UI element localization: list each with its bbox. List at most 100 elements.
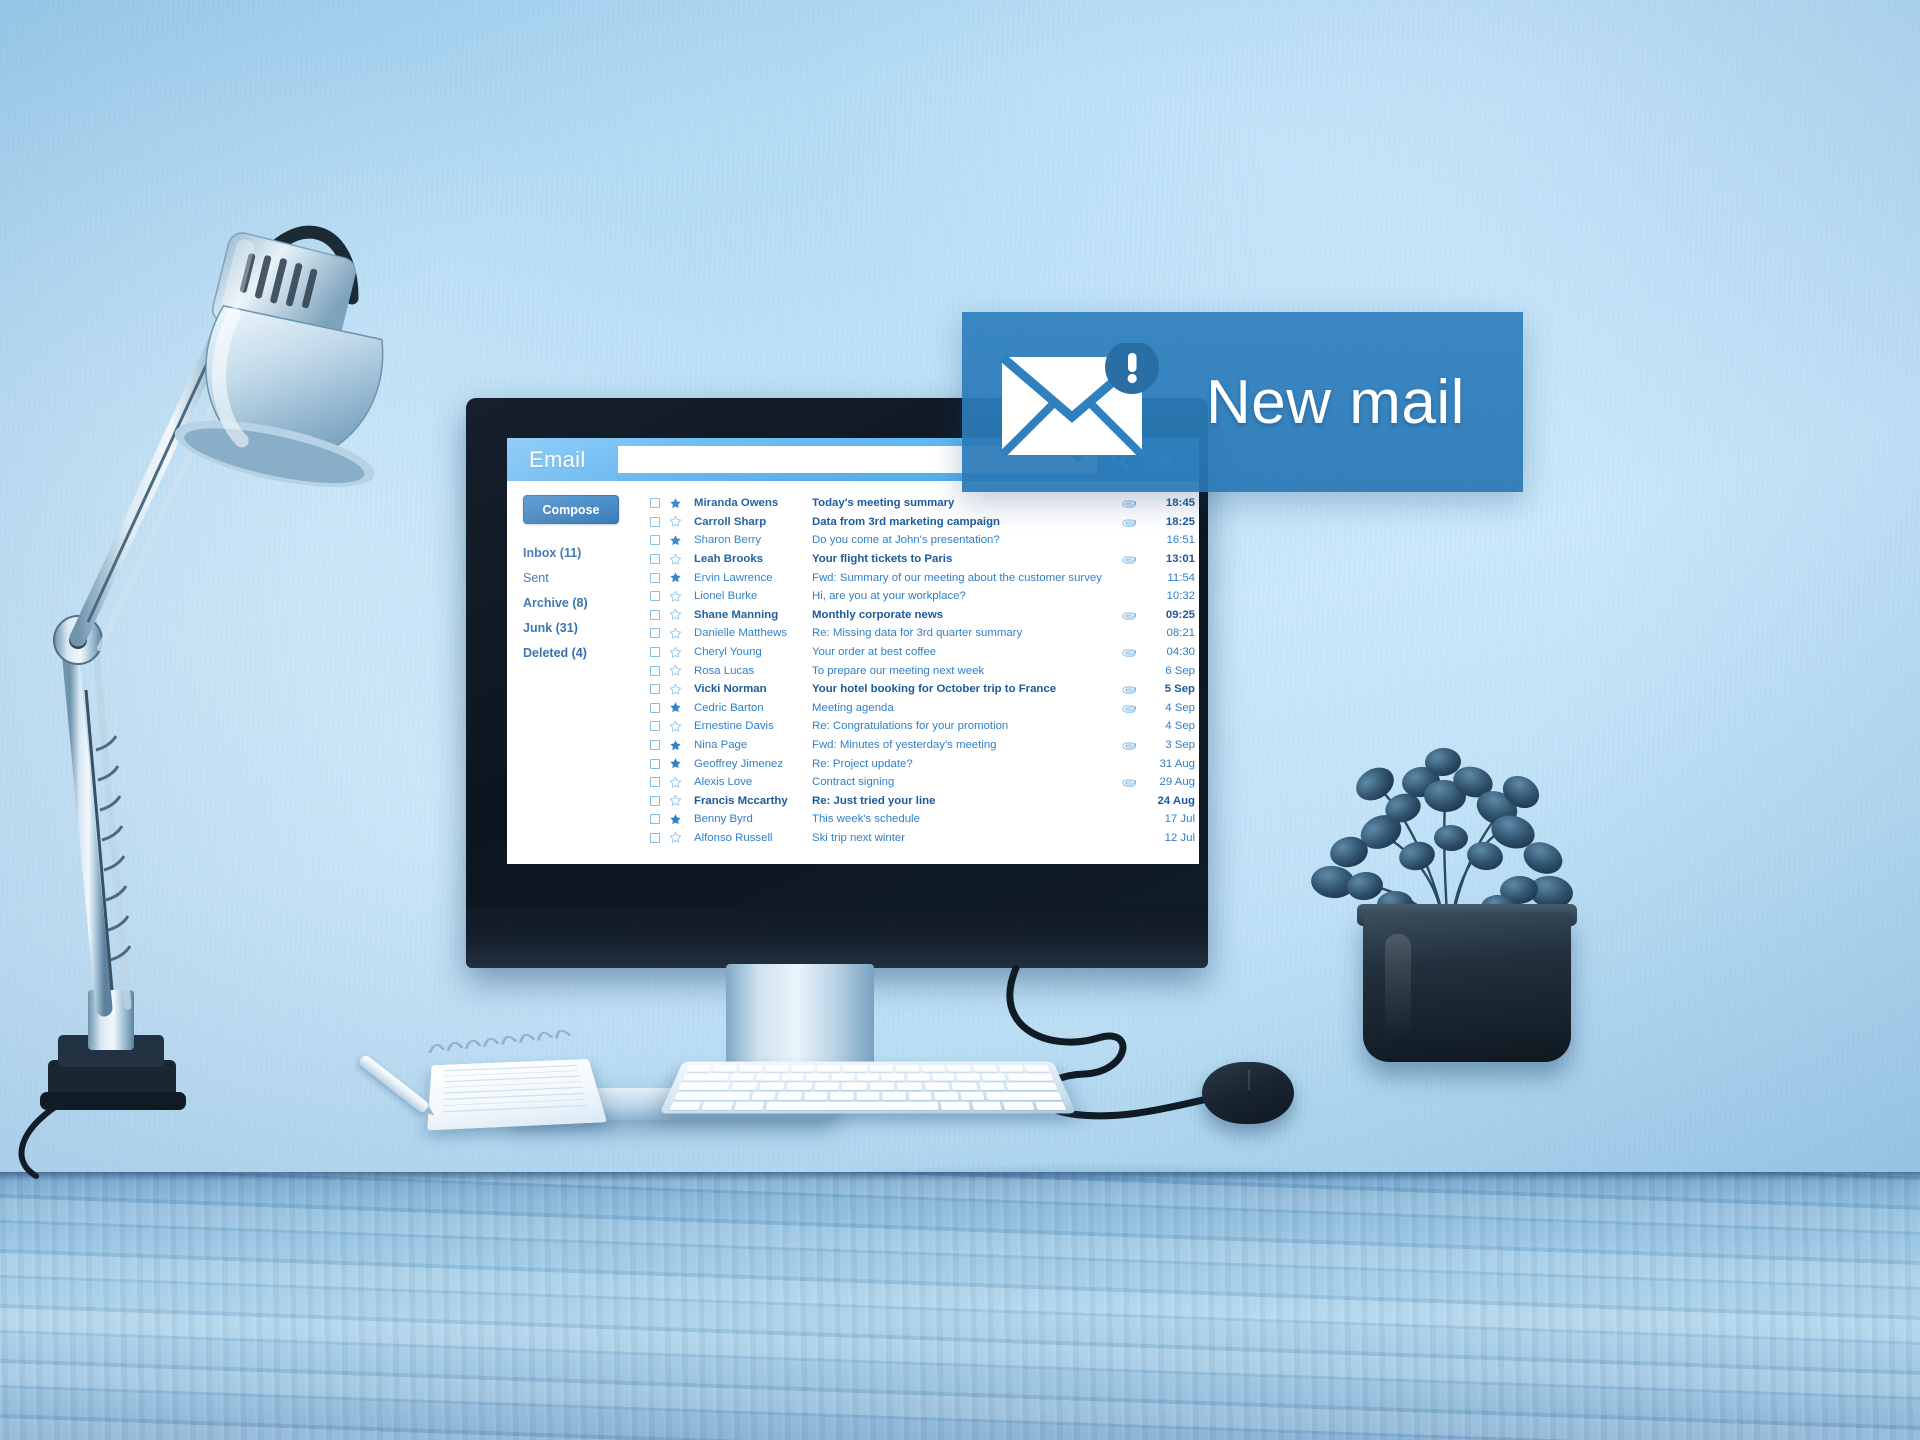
star-toggle[interactable] <box>666 646 684 659</box>
star-toggle[interactable] <box>666 571 684 584</box>
folder-list: Inbox (11) Sent Archive (8) Junk (31) Delete… <box>523 546 640 660</box>
star-toggle[interactable] <box>666 497 684 510</box>
message-checkbox[interactable] <box>650 535 660 546</box>
message-row[interactable]: Sharon Berry Do you come at John's presen… <box>640 531 1199 550</box>
star-toggle[interactable] <box>666 553 684 566</box>
sidebar-folder[interactable]: Sent <box>523 571 640 585</box>
message-time: 31 Aug <box>1159 757 1195 770</box>
message-row[interactable]: Ervin Lawrence Fwd: Summary of our meetin… <box>640 568 1199 587</box>
message-checkbox[interactable] <box>650 814 660 825</box>
star-toggle[interactable] <box>666 590 684 603</box>
sidebar-folder[interactable]: Archive (8) <box>523 596 640 610</box>
message-checkbox[interactable] <box>650 647 660 658</box>
message-checkbox[interactable] <box>650 721 660 732</box>
message-time: 24 Aug <box>1157 794 1195 807</box>
star-outline-icon <box>669 776 681 788</box>
star-toggle[interactable] <box>666 757 684 770</box>
star-toggle[interactable] <box>666 831 684 844</box>
message-row[interactable]: Danielle Matthews Re: Missing data for 3r… <box>640 624 1199 643</box>
message-row[interactable]: Alexis Love Contract signing 29 Aug <box>640 773 1199 792</box>
message-row[interactable]: Vicki Norman Your hotel booking for Octob… <box>640 680 1199 699</box>
sidebar-folder[interactable]: Deleted (4) <box>523 646 640 660</box>
email-app: Email Compose Inbox (11) Sent Archive (8… <box>507 438 1199 864</box>
message-row[interactable]: Miranda Owens Today's meeting summary 18:4… <box>640 494 1199 513</box>
message-row[interactable]: Lionel Burke Hi, are you at your workplac… <box>640 587 1199 606</box>
message-sender: Francis Mccarthy <box>694 794 788 807</box>
star-toggle[interactable] <box>666 813 684 826</box>
message-checkbox[interactable] <box>650 684 660 695</box>
keyboard[interactable] <box>659 1042 1077 1130</box>
message-subject: Hi, are you at your workplace? <box>812 590 966 603</box>
message-subject: Your flight tickets to Paris <box>812 553 953 566</box>
message-sender: Geoffrey Jimenez <box>694 757 784 770</box>
attachment-icon <box>1122 779 1136 787</box>
new-mail-notification[interactable]: New mail <box>962 312 1523 492</box>
message-sender: Ernestine Davis <box>694 720 774 733</box>
message-sender: Sharon Berry <box>694 534 762 547</box>
message-row[interactable]: Francis Mccarthy Re: Just tried your line… <box>640 792 1199 811</box>
message-checkbox[interactable] <box>650 554 660 565</box>
message-checkbox[interactable] <box>650 498 660 509</box>
attachment-indicator <box>1117 738 1143 752</box>
message-sender: Alfonso Russell <box>694 831 773 844</box>
message-row[interactable]: Ernestine Davis Re: Congratulations for y… <box>640 717 1199 736</box>
monitor-screen: Email Compose Inbox (11) Sent Archive (8… <box>507 438 1199 864</box>
message-subject: Re: Congratulations for your promotion <box>812 720 1009 733</box>
message-checkbox[interactable] <box>650 740 660 751</box>
message-row[interactable]: Leah Brooks Your flight tickets to Paris 1… <box>640 550 1199 569</box>
pot-highlight <box>1385 934 1411 1038</box>
star-toggle[interactable] <box>666 739 684 752</box>
message-time: 11:54 <box>1167 571 1195 584</box>
message-row[interactable]: Nina Page Fwd: Minutes of yesterday's mee… <box>640 736 1199 755</box>
message-checkbox[interactable] <box>650 777 660 788</box>
message-checkbox[interactable] <box>650 516 660 527</box>
star-toggle[interactable] <box>666 776 684 789</box>
message-row[interactable]: Geoffrey Jimenez Re: Project update? 31 Au… <box>640 754 1199 773</box>
message-checkbox[interactable] <box>650 758 660 769</box>
star-toggle[interactable] <box>666 534 684 547</box>
message-subject: This week's schedule <box>812 813 920 826</box>
compose-button[interactable]: Compose <box>523 495 619 524</box>
message-checkbox[interactable] <box>650 665 660 676</box>
message-sender: Ervin Lawrence <box>694 571 773 584</box>
message-checkbox[interactable] <box>650 795 660 806</box>
message-time: 3 Sep <box>1165 739 1195 752</box>
star-filled-icon <box>669 758 681 769</box>
star-toggle[interactable] <box>666 664 684 677</box>
message-row[interactable]: Carroll Sharp Data from 3rd marketing cam… <box>640 513 1199 532</box>
star-toggle[interactable] <box>666 720 684 733</box>
keyboard-keys <box>669 1064 1067 1111</box>
message-checkbox[interactable] <box>650 591 660 602</box>
message-row[interactable]: Rosa Lucas To prepare our meeting next we… <box>640 661 1199 680</box>
message-checkbox[interactable] <box>650 609 660 620</box>
message-checkbox[interactable] <box>650 832 660 843</box>
message-subject: Data from 3rd marketing campaign <box>812 515 1000 528</box>
message-checkbox[interactable] <box>650 628 660 639</box>
star-outline-icon <box>669 683 681 695</box>
message-row[interactable]: Shane Manning Monthly corporate news 09:25 <box>640 606 1199 625</box>
message-subject: To prepare our meeting next week <box>812 664 985 677</box>
attachment-icon <box>1122 519 1136 527</box>
message-row[interactable]: Cedric Barton Meeting agenda 4 Sep <box>640 699 1199 718</box>
sidebar-folder[interactable]: Junk (31) <box>523 621 640 635</box>
message-row[interactable]: Benny Byrd This week's schedule 17 Jul <box>640 810 1199 829</box>
star-filled-icon <box>669 814 681 825</box>
star-toggle[interactable] <box>666 683 684 696</box>
desk-surface <box>0 1172 1920 1440</box>
message-checkbox[interactable] <box>650 572 660 583</box>
message-sender: Vicki Norman <box>694 683 767 696</box>
message-sender: Alexis Love <box>694 776 753 789</box>
message-time: 18:25 <box>1165 515 1195 528</box>
star-toggle[interactable] <box>666 515 684 528</box>
star-toggle[interactable] <box>666 627 684 640</box>
star-toggle[interactable] <box>666 701 684 714</box>
star-toggle[interactable] <box>666 608 684 621</box>
message-row[interactable]: Alfonso Russell Ski trip next winter 12 Ju… <box>640 829 1199 848</box>
star-toggle[interactable] <box>666 794 684 807</box>
message-subject: Your order at best coffee <box>812 646 937 659</box>
attachment-indicator <box>1117 701 1143 715</box>
message-time: 10:32 <box>1166 590 1195 603</box>
message-checkbox[interactable] <box>650 702 660 713</box>
message-row[interactable]: Cheryl Young Your order at best coffee 04:… <box>640 643 1199 662</box>
sidebar-folder[interactable]: Inbox (11) <box>523 546 640 560</box>
